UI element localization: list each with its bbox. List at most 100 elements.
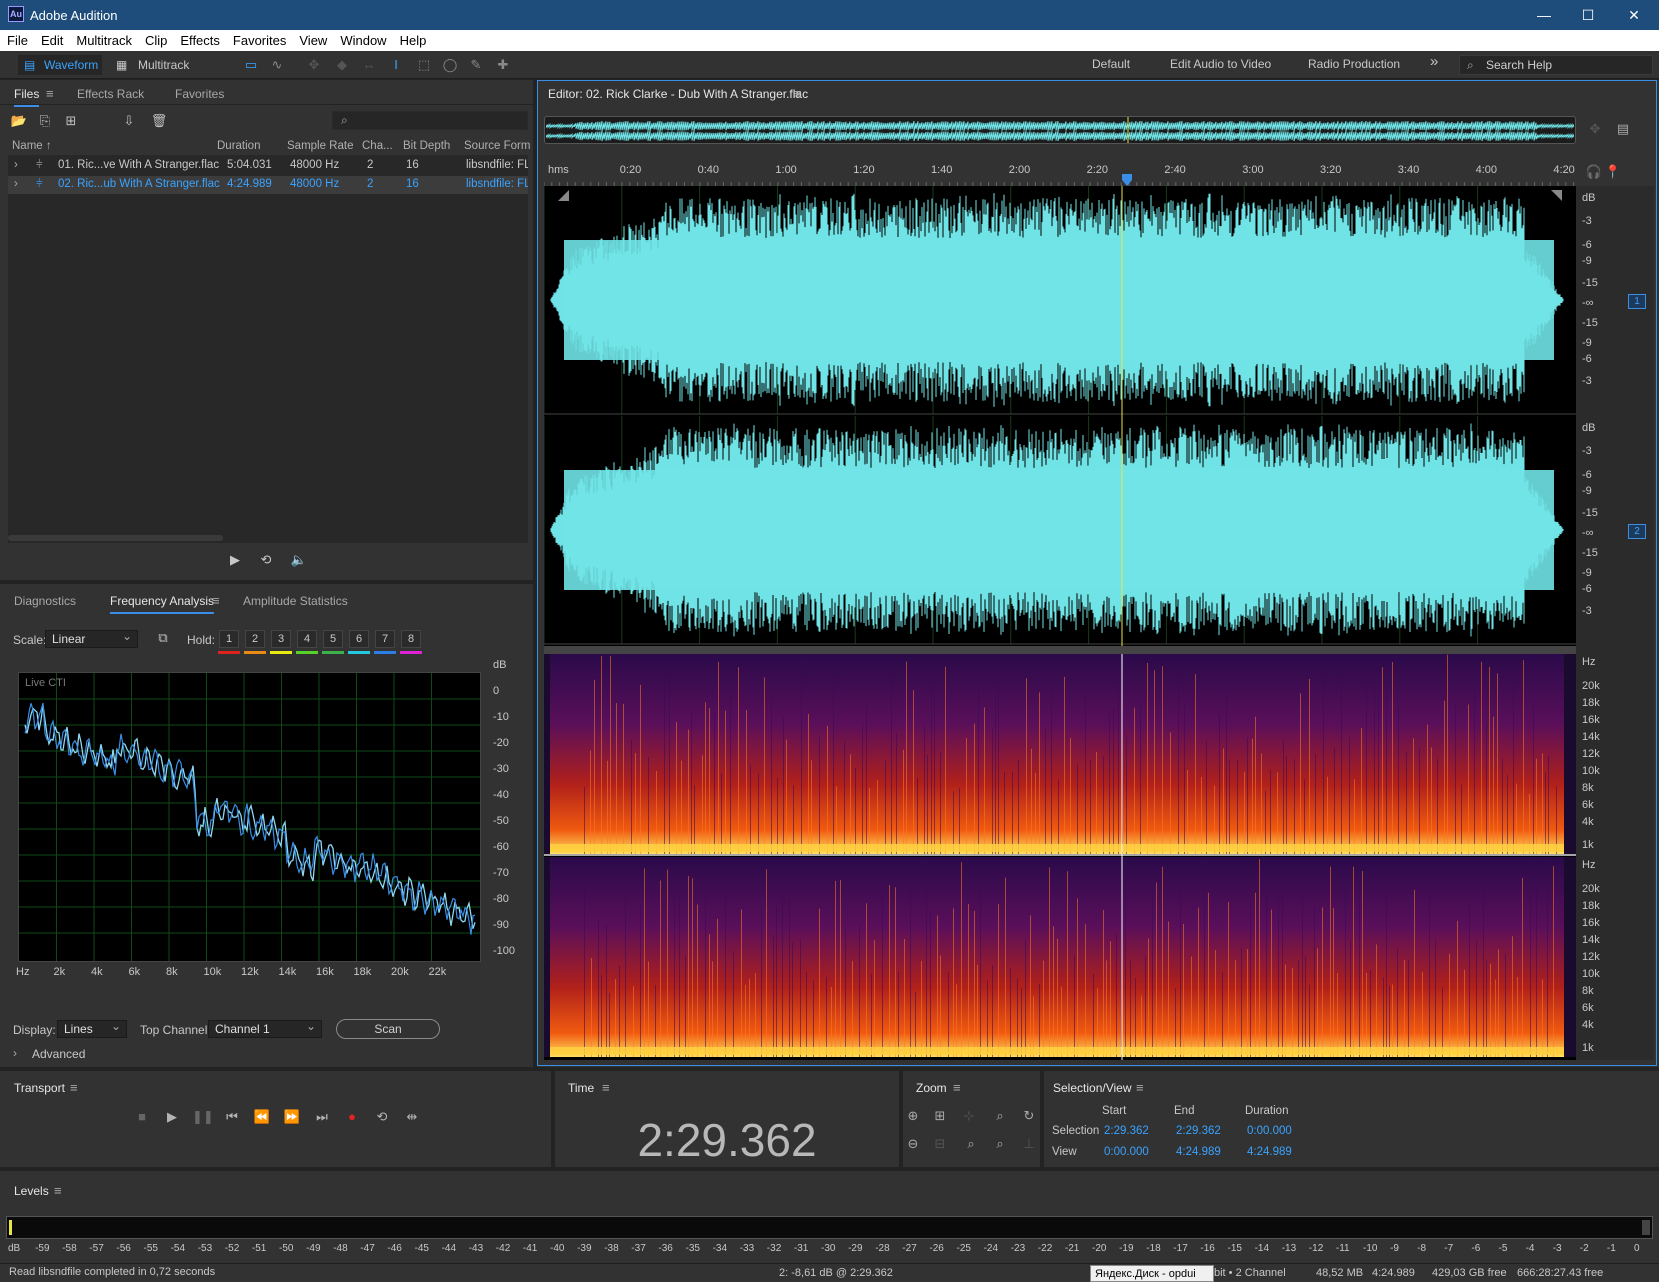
frequency-graph[interactable]: Live CTI [18, 672, 481, 962]
close-button[interactable]: ✕ [1614, 4, 1654, 26]
menu-edit[interactable]: Edit [34, 30, 69, 48]
navigator-menu-icon[interactable]: ▤ [1614, 120, 1632, 138]
skip-selection-icon[interactable]: ⇹ [402, 1108, 422, 1126]
display-dropdown[interactable]: Lines [57, 1019, 127, 1038]
col-bit-depth[interactable]: Bit Depth [403, 140, 450, 152]
play-preview-icon[interactable]: ▶ [226, 551, 244, 569]
loop-icon[interactable]: ⟲ [372, 1108, 392, 1126]
minimize-button[interactable]: — [1524, 4, 1564, 26]
move-tool-icon[interactable]: ✥ [305, 56, 323, 74]
time-selection-icon[interactable]: I [387, 56, 405, 74]
menu-clip[interactable]: Clip [138, 30, 173, 48]
menu-effects[interactable]: Effects [173, 30, 226, 48]
levels-menu-icon[interactable]: ≡ [54, 1183, 62, 1198]
zoom-out-full-icon[interactable]: ⌕ [991, 1135, 1009, 1153]
rewind-icon[interactable]: ⏪ [252, 1108, 272, 1126]
record-icon[interactable]: ● [342, 1108, 362, 1126]
channel-badge[interactable]: 1 [1628, 294, 1646, 309]
col-channels[interactable]: Cha... [362, 140, 393, 152]
menu-window[interactable]: Window [333, 30, 392, 48]
analysis-menu-icon[interactable]: ≡ [212, 593, 220, 608]
advanced-expand-icon[interactable]: › [13, 1046, 17, 1060]
overview-navigator[interactable] [544, 116, 1576, 144]
fast-forward-icon[interactable]: ⏩ [282, 1108, 302, 1126]
hold-button-7[interactable]: 7 [375, 630, 395, 648]
view-duration[interactable]: 4:24.989 [1247, 1146, 1292, 1158]
hold-button-4[interactable]: 4 [297, 630, 317, 648]
log-scale-icon[interactable]: ⧉ [154, 629, 172, 647]
menu-favorites[interactable]: Favorites [226, 30, 292, 48]
menu-help[interactable]: Help [393, 30, 433, 48]
loop-preview-icon[interactable]: ⟲ [257, 551, 275, 569]
hold-button-5[interactable]: 5 [323, 630, 343, 648]
tab-effects-rack[interactable]: Effects Rack [77, 87, 144, 101]
files-scrollbar[interactable] [8, 535, 223, 541]
healing-icon[interactable]: ✚ [494, 56, 512, 74]
selection-view-menu-icon[interactable]: ≡ [1136, 1080, 1144, 1095]
spectral-display[interactable] [544, 654, 1576, 1060]
zoom-fit-icon[interactable]: ⊥ [1020, 1135, 1038, 1153]
col-source-format[interactable]: Source Form... [464, 140, 530, 152]
zoom-in-time-icon[interactable]: ⊞ [931, 1107, 949, 1125]
zoom-menu-icon[interactable]: ≡ [953, 1080, 961, 1095]
col-name[interactable]: Name ↑ [12, 140, 52, 152]
delete-icon[interactable]: 🗑 [150, 112, 168, 130]
menu-file[interactable]: File [0, 30, 34, 48]
file-row[interactable]: › ⫩ 02. Ric...ub With A Stranger.flac 4:… [8, 176, 528, 194]
clip-indicator[interactable] [1642, 1220, 1650, 1235]
transport-menu-icon[interactable]: ≡ [70, 1080, 78, 1095]
tab-amplitude-statistics[interactable]: Amplitude Statistics [243, 594, 348, 608]
zoom-out-amplitude-icon[interactable]: ⊖ [904, 1135, 922, 1153]
headphones-icon[interactable]: 🎧 [1585, 163, 1603, 181]
selection-start[interactable]: 2:29.362 [1104, 1125, 1149, 1137]
menu-multitrack[interactable]: Multitrack [69, 30, 138, 48]
expand-icon[interactable]: › [14, 159, 18, 171]
spectral-display-icon[interactable]: ▭ [242, 56, 260, 74]
waveform-view-button[interactable]: ▤ Waveform [18, 55, 102, 75]
search-help-input[interactable]: ⌕ Search Help [1459, 55, 1653, 75]
editor-menu-icon[interactable]: ≡ [794, 86, 802, 101]
workspace-radio-production[interactable]: Radio Production [1308, 57, 1400, 71]
next-icon[interactable]: ⏭ [312, 1108, 332, 1126]
waveform-display[interactable] [544, 186, 1576, 646]
view-start[interactable]: 0:00.000 [1104, 1146, 1149, 1158]
selection-end[interactable]: 2:29.362 [1176, 1125, 1221, 1137]
play-icon[interactable]: ▶ [162, 1108, 182, 1126]
hold-button-8[interactable]: 8 [401, 630, 421, 648]
col-sample-rate[interactable]: Sample Rate [287, 140, 353, 152]
zoom-reset-icon[interactable]: ↻ [1020, 1107, 1038, 1125]
pin-icon[interactable]: 📍 [1604, 163, 1622, 181]
scan-button[interactable]: Scan [336, 1019, 440, 1039]
tab-files[interactable]: Files [14, 87, 40, 107]
workspace-default[interactable]: Default [1092, 57, 1130, 71]
tab-frequency-analysis[interactable]: Frequency Analysis [110, 594, 215, 614]
tab-diagnostics[interactable]: Diagnostics [14, 594, 76, 608]
file-search-input[interactable]: ⌕ [332, 111, 528, 130]
spectral-pitch-icon[interactable]: ∿ [268, 56, 286, 74]
brush-icon[interactable]: ✎ [467, 56, 485, 74]
hold-button-1[interactable]: 1 [219, 630, 239, 648]
zoom-in-amplitude-icon[interactable]: ⊕ [904, 1107, 922, 1125]
insert-into-multitrack-icon[interactable]: ⇩ [120, 112, 138, 130]
zoom-out-time-icon[interactable]: ⊟ [931, 1135, 949, 1153]
autoplay-icon[interactable]: 🔈 [290, 551, 308, 569]
tab-favorites[interactable]: Favorites [175, 87, 224, 101]
channel-badge[interactable]: 2 [1628, 524, 1646, 539]
open-file-icon[interactable]: 📂 [10, 112, 28, 130]
zoom-in-point-icon[interactable]: ⌕ [991, 1107, 1009, 1125]
slip-tool-icon[interactable]: ↔ [360, 56, 378, 74]
file-row[interactable]: › ⫩ 01. Ric...ve With A Stranger.flac 5:… [8, 157, 528, 175]
pause-icon[interactable]: ❚❚ [192, 1108, 214, 1126]
workspace-more-button[interactable]: » [1430, 53, 1438, 70]
hold-button-2[interactable]: 2 [245, 630, 265, 648]
view-end[interactable]: 4:24.989 [1176, 1146, 1221, 1158]
zoom-out-point-icon[interactable]: ⌕ [962, 1135, 980, 1153]
stop-icon[interactable]: ■ [132, 1108, 152, 1126]
maximize-button[interactable]: ☐ [1568, 4, 1608, 26]
expand-icon[interactable]: › [14, 178, 18, 190]
hold-button-6[interactable]: 6 [349, 630, 369, 648]
new-file-icon[interactable]: ⊞ [62, 112, 80, 130]
multitrack-view-button[interactable]: ▦ Multitrack [112, 55, 202, 75]
files-menu-icon[interactable]: ≡ [46, 86, 54, 101]
lasso-icon[interactable]: ◯ [441, 56, 459, 74]
